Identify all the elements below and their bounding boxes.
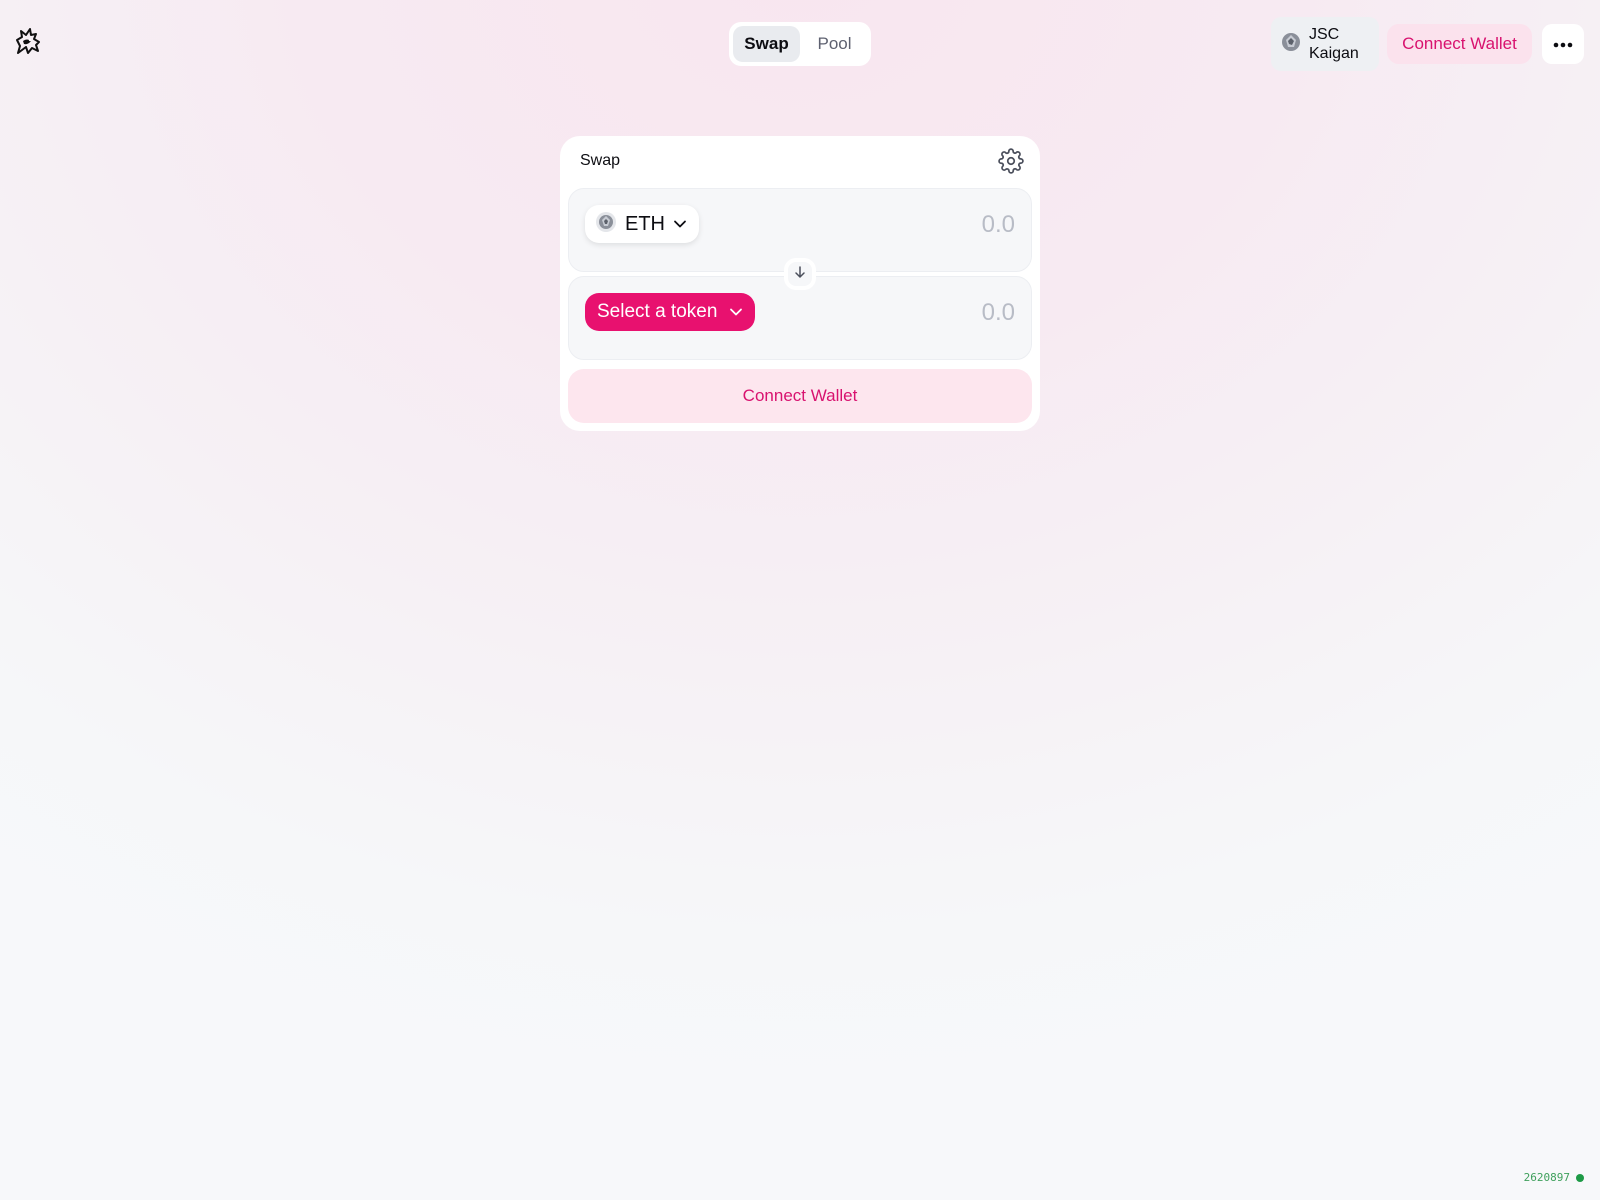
connect-wallet-button[interactable]: Connect Wallet [568,369,1032,423]
chevron-down-icon [673,219,687,229]
block-number: 2620897 [1523,1171,1570,1184]
input-amount-field[interactable] [815,209,1015,241]
tab-pool[interactable]: Pool [802,26,867,62]
network-token-icon [1281,32,1301,57]
swap-card-title: Swap [580,152,621,169]
eth-token-icon [595,211,617,238]
main-nav: Swap Pool [729,22,871,66]
output-amount-field[interactable] [815,297,1015,329]
unicorn-logo-icon[interactable] [14,26,42,56]
input-token-selector[interactable]: ETH [585,205,699,243]
status-dot-icon [1576,1173,1584,1182]
more-menu-button[interactable] [1542,24,1584,64]
connect-wallet-header-button[interactable]: Connect Wallet [1387,24,1532,64]
settings-button[interactable] [998,148,1024,174]
network-selector-button[interactable]: JSC Kaigan [1271,17,1379,71]
tab-swap[interactable]: Swap [733,26,800,62]
swap-card: Swap ETH 0.0 Select a token 0.0 Connect … [560,136,1040,431]
select-token-label: Select a token [597,301,718,322]
chevron-down-icon [729,307,743,317]
input-token-symbol: ETH [625,212,665,235]
network-label: JSC Kaigan [1309,26,1359,62]
ellipsis-icon [1553,35,1573,53]
arrow-down-icon [793,265,807,284]
block-status[interactable]: 2620897 [1524,1171,1584,1184]
select-token-button[interactable]: Select a token [585,293,756,331]
switch-tokens-button[interactable] [784,258,816,290]
gear-icon [998,148,1024,178]
